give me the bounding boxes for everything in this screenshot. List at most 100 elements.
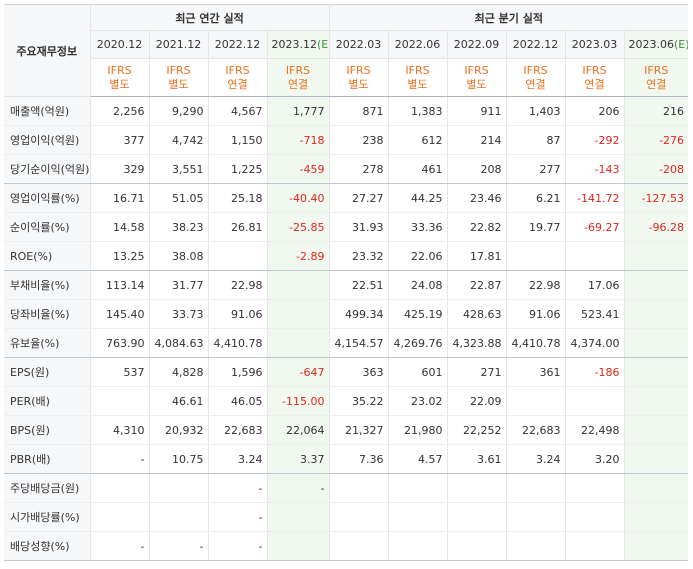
table-cell <box>506 241 566 271</box>
table-cell: 33.73 <box>149 299 209 329</box>
table-cell: -276 <box>624 125 689 155</box>
table-cell: - <box>267 473 330 503</box>
table-cell: - <box>149 531 209 561</box>
table-cell: 216 <box>624 96 689 126</box>
table-cell: 461 <box>388 154 448 184</box>
table-cell <box>624 444 689 474</box>
table-cell: 206 <box>565 96 625 126</box>
standard-basis: 별도 <box>466 77 487 91</box>
table-cell <box>624 415 689 445</box>
table-row: 시가배당률(%) - <box>4 502 689 532</box>
table-cell: 4.57 <box>388 444 448 474</box>
table-cell: 4,742 <box>149 125 209 155</box>
row-label: 당좌비율(%) <box>4 299 91 329</box>
table-cell: 3.24 <box>208 444 268 474</box>
table-cell: 4,154.57 <box>328 328 389 358</box>
table-cell <box>267 270 330 300</box>
table-cell: 25.18 <box>208 183 268 213</box>
table-cell: 4,410.78 <box>208 328 268 358</box>
table-cell <box>565 386 625 416</box>
corner-label: 주요재무정보 <box>4 4 91 97</box>
period-label: 2022.03 <box>335 38 382 51</box>
period-header: 2023.06(E) <box>624 30 689 59</box>
table-cell: 612 <box>388 125 448 155</box>
table-cell <box>328 531 389 561</box>
table-cell <box>388 473 448 503</box>
table-cell <box>267 328 330 358</box>
period-header: 2022.06 <box>388 30 448 59</box>
table-row: 유보율(%) 763.90 4,084.63 4,410.78 4,154.57 4,26… <box>4 328 689 358</box>
table-cell <box>624 270 689 300</box>
table-cell: 361 <box>506 357 566 387</box>
period-header: 2022.12 <box>208 30 268 59</box>
table-cell: 35.22 <box>328 386 389 416</box>
table-cell: 20,932 <box>149 415 209 445</box>
table-cell: 22,683 <box>208 415 268 445</box>
table-cell: 21,327 <box>328 415 389 445</box>
standard-basis: 별도 <box>407 77 428 91</box>
table-cell: -459 <box>267 154 330 184</box>
table-cell: 26.81 <box>208 212 268 242</box>
table-cell <box>624 502 689 532</box>
table-cell: 377 <box>90 125 150 155</box>
period-header: 2021.12 <box>149 30 209 59</box>
table-cell: 14.58 <box>90 212 150 242</box>
table-cell: 763.90 <box>90 328 150 358</box>
standard-name: IFRS <box>285 63 311 77</box>
table-cell: -96.28 <box>624 212 689 242</box>
financial-summary-table: 주요재무정보 최근 연간 실적 최근 분기 실적 2020.12 2021.12 2… <box>4 4 689 561</box>
table-cell: 31.77 <box>149 270 209 300</box>
table-cell: 4,567 <box>208 96 268 126</box>
table-body: 매출액(억원) 2,256 9,290 4,567 1,777 871 1,383 911 1,… <box>4 96 689 561</box>
period-header: 2020.12 <box>90 30 150 59</box>
table-row: PBR(배) -10.75 3.24 3.37 7.36 4.57 3.61 3.24 3.20 <box>4 444 689 474</box>
row-label: 배당성향(%) <box>4 531 91 561</box>
table-cell <box>506 531 566 561</box>
table-cell: 3.61 <box>447 444 507 474</box>
table-cell: 87 <box>506 125 566 155</box>
table-cell <box>328 502 389 532</box>
table-cell: 22.09 <box>447 386 507 416</box>
table-cell: 23.32 <box>328 241 389 271</box>
table-cell: 1,383 <box>388 96 448 126</box>
table-cell: -69.27 <box>565 212 625 242</box>
table-cell: 3.20 <box>565 444 625 474</box>
table-cell: 1,225 <box>208 154 268 184</box>
standard-name: IFRS <box>644 63 669 77</box>
table-cell: 601 <box>388 357 448 387</box>
table-cell: -292 <box>565 125 625 155</box>
table-cell: 22.51 <box>328 270 389 300</box>
table-cell: 428.63 <box>447 299 507 329</box>
table-cell: 208 <box>447 154 507 184</box>
standard-name: IFRS <box>225 63 250 77</box>
table-cell <box>624 241 689 271</box>
table-cell: 38.08 <box>149 241 209 271</box>
standard-basis: 별도 <box>168 77 189 91</box>
table-cell: 22,683 <box>506 415 566 445</box>
table-cell <box>267 531 330 561</box>
row-label: 당기순이익(억원) <box>4 154 91 184</box>
row-label: 영업이익(억원) <box>4 125 91 155</box>
table-cell: 1,777 <box>267 96 330 126</box>
row-label: 유보율(%) <box>4 328 91 358</box>
table-cell: 363 <box>328 357 389 387</box>
table-cell: 4,323.88 <box>447 328 507 358</box>
table-cell: 21,980 <box>388 415 448 445</box>
table-cell: 23.46 <box>447 183 507 213</box>
table-cell <box>388 531 448 561</box>
table-row: 배당성향(%) - - - <box>4 531 689 561</box>
table-cell: 91.06 <box>208 299 268 329</box>
table-cell: 4,410.78 <box>506 328 566 358</box>
table-cell: - <box>90 531 150 561</box>
standard-basis: 연결 <box>525 77 546 91</box>
period-header: 2022.03 <box>328 30 389 59</box>
table-row: 영업이익(억원) 377 4,742 1,150 -718 238 612 214 87 -292… <box>4 125 689 155</box>
row-label: 영업이익률(%) <box>4 183 91 213</box>
standard-name: IFRS <box>523 63 548 77</box>
table-cell: 278 <box>328 154 389 184</box>
table-cell: 1,403 <box>506 96 566 126</box>
table-cell: 22,498 <box>565 415 625 445</box>
accounting-standard-header: IFRS 연결 <box>267 58 330 97</box>
table-cell: 3.37 <box>267 444 330 474</box>
standard-name: IFRS <box>464 63 489 77</box>
